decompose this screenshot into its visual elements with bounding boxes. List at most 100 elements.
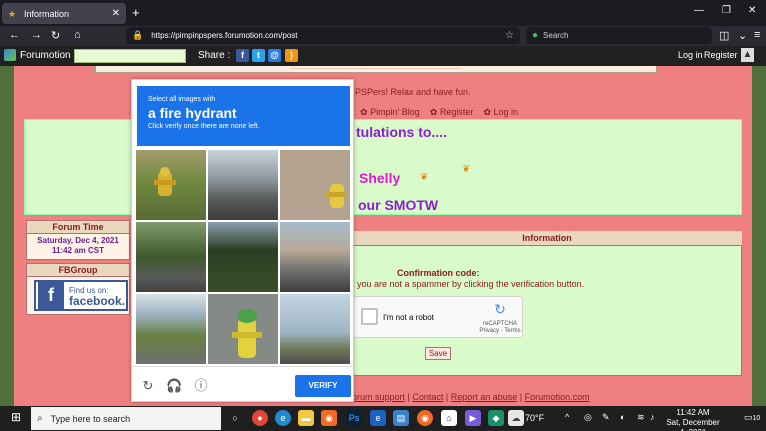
tray-app-icon[interactable]: ✎ [602,412,610,423]
windows-start-icon[interactable]: ⊞ [8,410,24,426]
wifi-icon[interactable]: ≋ [637,412,645,423]
reload-challenge-icon[interactable]: ↻ [140,378,156,394]
email-share-icon[interactable]: @ [268,49,281,62]
captcha-tile-power-lines-trees[interactable] [208,222,278,292]
search-engine-icon: ● [532,30,539,41]
challenge-object: a fire hydrant [148,105,237,121]
tray-overflow-icon[interactable]: ^ [565,412,569,422]
captcha-tile-street-sky[interactable] [280,294,350,364]
nav-blog-link[interactable]: ✿ Pimpin' Blog [360,107,420,118]
close-tab-icon[interactable]: ✕ [112,8,120,19]
ie-icon[interactable]: e [370,410,386,426]
info-icon[interactable]: ⓘ [193,378,209,394]
facebook-badge[interactable]: f Find us on: facebook. [34,280,128,311]
video-app-icon[interactable]: ▶ [465,410,481,426]
nav-register-link[interactable]: ✿ Register [430,107,474,118]
photoshop-icon[interactable]: Ps [346,410,362,426]
footer-links: orum support | Contact | Report an abuse… [352,392,590,402]
verify-button[interactable]: VERIFY [295,375,351,397]
toolbar-register-link[interactable]: Register [704,50,738,60]
toolbar-login-link[interactable]: Log in [678,50,703,60]
forumotion-search-input[interactable] [74,49,186,63]
file-explorer-icon[interactable]: ▬ [298,410,314,426]
menu-icon[interactable]: ≡ [754,29,760,41]
twitter-share-icon[interactable]: t [252,49,265,62]
reading-list-icon[interactable]: ◫ [719,29,729,42]
clock-time: 11:42 AM [676,408,710,417]
nav-login-link[interactable]: ✿ Log in [483,107,518,118]
weather-icon[interactable]: ☁ [508,410,524,426]
rss-icon[interactable]: ) [285,49,298,62]
minimize-icon[interactable]: — [694,5,704,16]
captcha-tile-road-buildings[interactable] [280,222,350,292]
register-icon: ✿ [429,107,438,117]
footer-forumotion-link[interactable]: Forumotion.com [525,392,590,402]
taskbar-search-box[interactable]: ⌕ Type here to search [31,407,221,430]
forumotion-logo[interactable]: Forumotion [4,49,71,61]
scroll-up-icon[interactable]: ▲ [741,48,754,62]
fire-hydrant-icon [154,167,176,196]
forward-icon[interactable]: → [31,29,42,41]
facebook-share-icon[interactable]: f [236,49,249,62]
challenge-sub-instruction: Click verify once there are none left. [148,123,260,130]
reload-icon[interactable]: ↻ [51,29,60,42]
butterfly-icon: ❦ [462,164,471,175]
volume-icon[interactable]: ♪ [650,412,655,422]
home-app-icon[interactable]: ⌂ [441,410,457,426]
green-app-icon[interactable]: ◆ [488,410,504,426]
notification-icon[interactable]: ▭10 [744,412,760,423]
new-tab-icon[interactable]: + [132,5,140,20]
confirmation-label: Confirmation code: [397,268,480,278]
fire-hydrant-icon [232,309,262,358]
recaptcha-brand: reCAPTCHA Privacy - Terms [479,321,521,335]
close-window-icon[interactable]: ✕ [748,5,756,16]
captcha-tile-tree-road[interactable] [136,222,206,292]
firefox-icon[interactable]: ◉ [321,410,337,426]
save-button[interactable]: Save [425,347,451,360]
recaptcha-terms[interactable]: Privacy - Terms [479,328,521,335]
weather-temp[interactable]: 70°F [525,413,544,423]
back-icon[interactable]: ← [9,29,20,41]
forum-nav: ✿ Pimpin' Blog ✿ Register ✿ Log in [360,107,518,118]
blog-icon: ✿ [360,107,368,117]
url-bar[interactable]: 🔒 https://pimpinpspers.forumotion.com/po… [126,27,520,44]
browser-tab[interactable]: ★ Information ✕ [2,3,126,24]
forumotion-brand: Forumotion [20,49,71,61]
welcome-text: PSPers! Relax and have fun. [355,87,471,97]
recaptcha-brand-name: reCAPTCHA [482,321,517,327]
footer-contact-link[interactable]: Contact [412,392,443,402]
audio-challenge-icon[interactable]: 🎧 [166,378,182,394]
captcha-tile-overpass-road[interactable] [208,150,278,220]
captcha-tile-roadside-grass[interactable] [136,294,206,364]
store-icon[interactable]: ▤ [393,410,409,426]
challenge-divider [131,366,354,367]
captcha-tile-hydrant-green-cap[interactable] [208,294,278,364]
spam-instruction: t you are not a spammer by clicking the … [352,279,585,289]
chrome-icon[interactable]: ● [252,410,268,426]
firefox-active-icon[interactable]: ◉ [417,410,433,426]
recaptcha-checkbox[interactable] [361,308,378,325]
browser-search-field[interactable]: ● Search [526,27,712,44]
edge-icon[interactable]: e [275,410,291,426]
restore-icon[interactable]: ❐ [722,5,731,16]
bookmark-star-icon[interactable]: ☆ [505,30,514,41]
task-view-icon[interactable]: ○ [227,410,243,426]
system-clock[interactable]: 11:42 AM Sat, December 4, 2021 [662,408,724,431]
tray-app-icon[interactable]: ◎ [584,412,592,423]
forum-time-clock: 11:42 am CST [51,246,105,255]
notification-count: 10 [752,415,761,422]
captcha-tile-gravel-hydrant[interactable] [280,150,350,220]
smotw-heading: our SMOTW [358,197,439,213]
congrats-heading: tulations to.... [356,124,447,140]
forum-time-title: Forum Time [27,221,129,234]
tab-title: Information [24,8,70,19]
challenge-instruction: Select all images with [148,96,216,103]
captcha-tile-hydrant-yellow[interactable] [136,150,206,220]
network-icon[interactable]: ◐ [620,412,625,422]
pocket-icon[interactable]: ⌄ [738,29,747,42]
footer-report-abuse-link[interactable]: Report an abuse [451,392,518,402]
login-icon: ✿ [483,107,491,117]
forum-time-box: Forum Time Saturday, Dec 4, 2021 11:42 a… [26,220,130,260]
footer-forum-support-link[interactable]: orum support [352,392,405,402]
home-icon[interactable]: ⌂ [74,29,81,41]
